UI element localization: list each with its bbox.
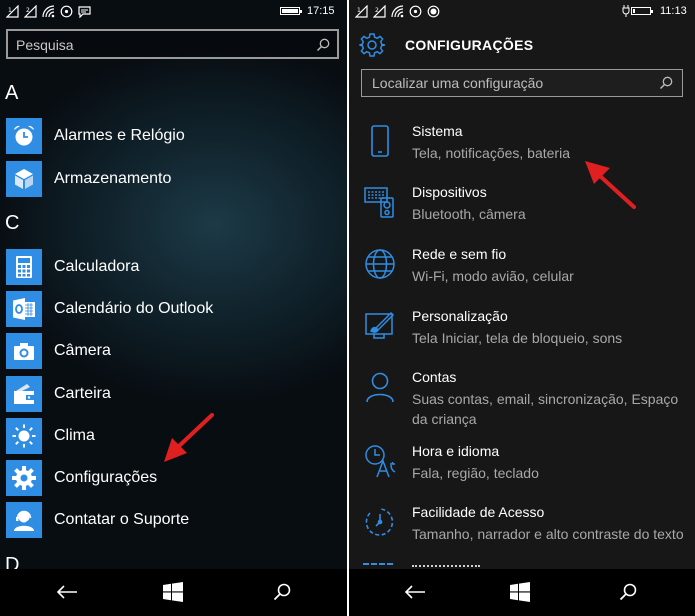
setting-subtitle: Wi-Fi, modo avião, celular [412, 268, 574, 284]
setting-subtitle: Suas contas, email, sincronização, Espaç… [412, 391, 679, 427]
app-label: Clima [54, 427, 95, 444]
wifi-icon [42, 5, 55, 18]
calculator-icon [6, 249, 42, 285]
gear-icon [6, 460, 42, 496]
signal-icon: 1 [355, 5, 368, 18]
app-label: Contatar o Suporte [54, 511, 190, 528]
wifi-icon [391, 5, 404, 18]
app-camera[interactable]: Câmera [6, 332, 341, 370]
windows-icon[interactable] [506, 580, 534, 604]
message-icon [78, 5, 91, 18]
app-label: Calendário do Outlook [54, 300, 214, 317]
devices-icon [361, 184, 399, 220]
setting-rede-sem-fio[interactable]: Rede e sem fio Wi-Fi, modo avião, celula… [361, 246, 695, 290]
app-label: Alarmes e Relógio [54, 127, 185, 144]
setting-sistema[interactable]: Sistema Tela, notificações, bateria [361, 123, 695, 167]
svg-text:2: 2 [26, 7, 30, 14]
battery-level [633, 9, 635, 13]
setting-subtitle: Tamanho, narrador e alto contraste do te… [412, 526, 684, 542]
alarm-clock-icon [6, 118, 42, 154]
signal-icon: 1 [6, 5, 19, 18]
clock: 17:15 [307, 5, 335, 17]
globe-icon [361, 246, 399, 282]
location-icon [60, 5, 73, 18]
settings-screen: 1 2 11:13 CONFIGURAÇÕES Localizar uma co… [349, 0, 695, 616]
app-alarmes-relogio[interactable]: Alarmes e Relógio [6, 117, 341, 155]
setting-subtitle: Tela, notificações, bateria [412, 145, 570, 161]
back-icon[interactable] [53, 580, 81, 604]
paint-icon [361, 308, 399, 344]
status-bar: 1 2 17:15 [0, 0, 347, 24]
svg-text:2: 2 [375, 7, 379, 14]
record-icon [427, 5, 440, 18]
sun-icon [6, 418, 42, 454]
windows-icon[interactable] [159, 580, 187, 604]
search-input[interactable]: Pesquisa [6, 29, 339, 59]
setting-dispositivos[interactable]: Dispositivos Bluetooth, câmera [361, 184, 695, 228]
annotation-arrow-icon [585, 161, 636, 209]
setting-title: Rede e sem fio [412, 246, 507, 262]
battery-icon [631, 7, 653, 15]
gear-icon [359, 32, 386, 63]
setting-title: Facilidade de Acesso [412, 504, 545, 520]
wallet-icon [6, 376, 42, 412]
svg-text:1: 1 [8, 7, 12, 14]
section-letter[interactable]: C [5, 212, 19, 235]
ease-of-access-icon [361, 504, 399, 540]
app-armazenamento[interactable]: Armazenamento [6, 160, 341, 198]
setting-title: Hora e idioma [412, 443, 500, 459]
setting-title: Sistema [412, 123, 463, 139]
setting-title: Contas [412, 369, 457, 385]
app-label: Carteira [54, 385, 111, 402]
outlook-calendar-icon [6, 291, 42, 327]
charging-plug-icon [622, 4, 630, 20]
section-letter[interactable]: A [5, 82, 18, 105]
setting-personalizacao[interactable]: Personalização Tela Iniciar, tela de blo… [361, 308, 695, 352]
setting-subtitle: Tela Iniciar, tela de bloqueio, sons [412, 330, 623, 346]
settings-search-input[interactable]: Localizar uma configuração [361, 69, 683, 97]
back-icon[interactable] [401, 580, 429, 604]
setting-facilidade-acesso[interactable]: Facilidade de Acesso Tamanho, narrador e… [361, 504, 695, 548]
setting-title: Personalização [412, 308, 508, 324]
storage-box-icon [6, 161, 42, 197]
status-bar: 1 2 11:13 [349, 0, 695, 24]
setting-subtitle: Bluetooth, câmera [412, 206, 526, 222]
navigation-bar [0, 569, 347, 616]
app-contatar-suporte[interactable]: Contatar o Suporte [6, 501, 341, 539]
search-icon[interactable] [316, 38, 330, 57]
app-label: Calculadora [54, 258, 140, 275]
page-title: CONFIGURAÇÕES [405, 37, 534, 53]
app-calculadora[interactable]: Calculadora [6, 248, 341, 286]
annotation-arrow-icon [164, 413, 214, 462]
app-list-screen: 1 2 17:15 Pesquisa A Alarmes e Relógio A… [0, 0, 347, 616]
app-label: Armazenamento [54, 170, 172, 187]
setting-hora-idioma[interactable]: Hora e idioma Fala, região, teclado [361, 443, 695, 487]
app-label: Câmera [54, 342, 111, 359]
navigation-bar [349, 569, 695, 616]
search-icon[interactable] [268, 580, 296, 604]
search-icon[interactable] [614, 580, 642, 604]
setting-title: Dispositivos [412, 184, 487, 200]
battery-icon [280, 7, 302, 15]
search-icon[interactable] [659, 76, 673, 95]
battery-level [282, 9, 299, 13]
clock: 11:13 [660, 5, 687, 17]
support-agent-icon [6, 502, 42, 538]
setting-subtitle: Fala, região, teclado [412, 465, 539, 481]
app-label: Configurações [54, 469, 158, 486]
signal-icon: 2 [373, 5, 386, 18]
app-calendario-outlook[interactable]: Calendário do Outlook [6, 290, 341, 328]
svg-text:1: 1 [357, 7, 361, 14]
phone-icon [361, 123, 399, 159]
camera-icon [6, 333, 42, 369]
location-icon [409, 5, 422, 18]
search-placeholder: Pesquisa [16, 37, 74, 53]
app-carteira[interactable]: Carteira [6, 375, 341, 413]
signal-icon: 2 [24, 5, 37, 18]
person-icon [361, 369, 399, 405]
time-language-icon [361, 443, 399, 479]
search-placeholder: Localizar uma configuração [372, 75, 544, 91]
setting-contas[interactable]: Contas Suas contas, email, sincronização… [361, 369, 695, 431]
